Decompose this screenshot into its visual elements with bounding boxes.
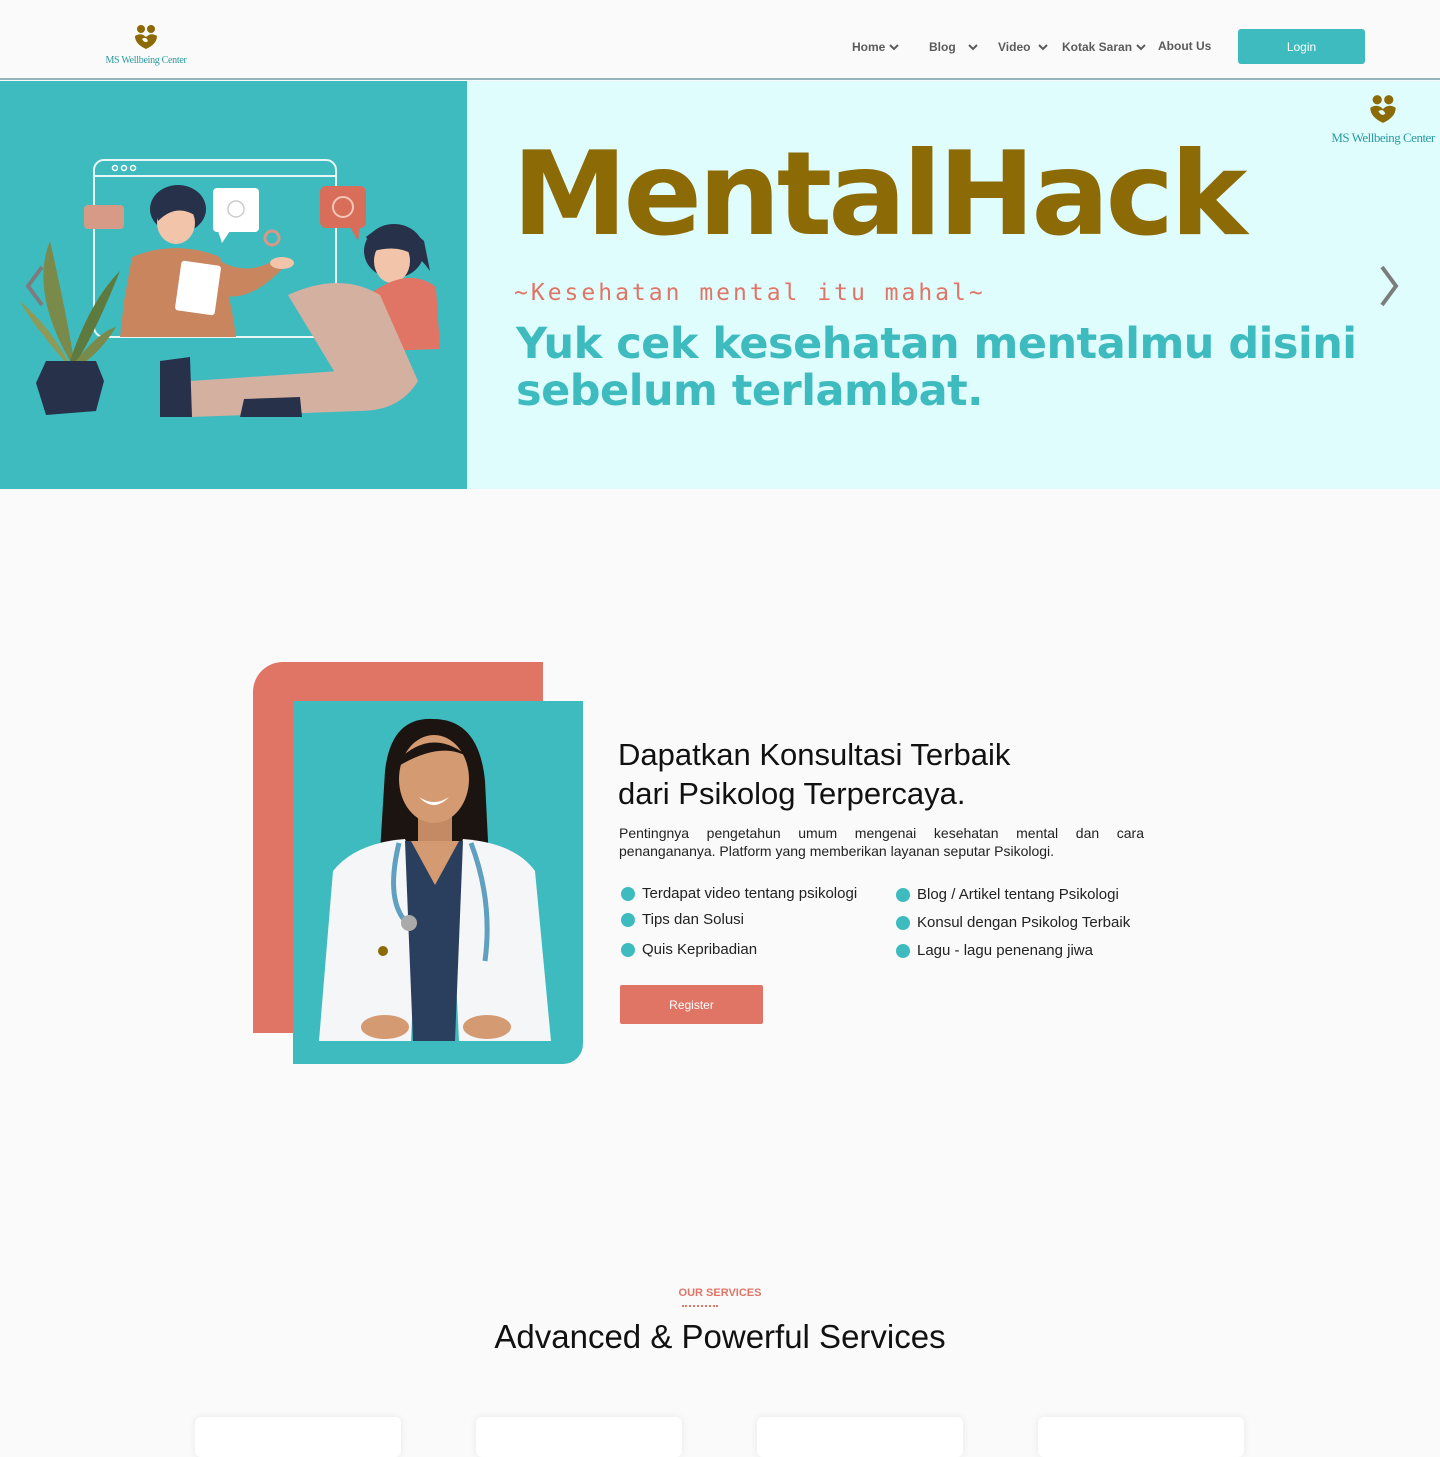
nav-kotak-saran-label: Kotak Saran	[1062, 40, 1133, 54]
login-button[interactable]: Login	[1238, 29, 1365, 64]
bullet-dot-icon	[896, 943, 910, 958]
hero-banner: MS Wellbeing Center MentalHack ~Kesehata…	[0, 81, 1440, 489]
feature-label: Konsul dengan Psikolog Terbaik	[917, 914, 1131, 931]
nav-blog[interactable]: Blog	[929, 40, 978, 54]
feature-item: Konsul dengan Psikolog Terbaik	[896, 914, 1130, 931]
brand-logo[interactable]: MS Wellbeing Center	[104, 24, 188, 66]
chevron-down-icon	[967, 44, 978, 51]
hero-brand-name: MS Wellbeing Center	[1331, 130, 1435, 145]
nav-video[interactable]: Video	[998, 40, 1049, 54]
chevron-down-icon	[889, 44, 900, 51]
hero-subtitle-line2: sebelum terlambat.	[516, 366, 984, 416]
brand-name: MS Wellbeing Center	[105, 55, 187, 66]
nav-about-us-label: About Us	[1158, 39, 1212, 53]
chevron-left-icon[interactable]	[20, 261, 50, 311]
chevron-right-icon[interactable]	[1374, 261, 1404, 311]
bullet-dot-icon	[896, 887, 910, 902]
counseling-illustration	[20, 159, 440, 417]
nav-home[interactable]: Home	[852, 40, 900, 54]
about-title: Dapatkan Konsultasi Terbaik dari Psikolo…	[618, 735, 1010, 813]
nav-blog-label: Blog	[929, 40, 956, 54]
feature-item: Lagu - lagu penenang jiwa	[896, 942, 1093, 959]
services-title: Advanced & Powerful Services	[494, 1318, 946, 1355]
chevron-down-icon	[1038, 44, 1049, 51]
hero-subtitle: Yuk cek kesehatan mentalmu disini sebelu…	[516, 321, 1357, 415]
register-button[interactable]: Register	[620, 985, 763, 1024]
brand-logo-icon	[135, 25, 157, 49]
brand-logo-icon	[1370, 95, 1396, 123]
hero-tagline: ~Kesehatan mental itu mahal~	[514, 280, 986, 306]
about-title-line2: dari Psikolog Terpercaya.	[618, 776, 966, 811]
service-card[interactable]	[476, 1417, 682, 1457]
doctor-illustration	[319, 718, 551, 1041]
hero-title: MentalHack	[512, 127, 1247, 262]
bullet-dot-icon	[896, 915, 910, 930]
hero-brand-logo: MS Wellbeing Center	[1328, 93, 1438, 146]
feature-label: Blog / Artikel tentang Psikologi	[917, 886, 1119, 903]
nav-video-label: Video	[998, 40, 1031, 54]
nav-home-label: Home	[852, 40, 886, 54]
chevron-down-icon	[1136, 44, 1146, 51]
services-divider	[682, 1303, 718, 1307]
feature-label: Quis Kepribadian	[642, 941, 758, 958]
service-card[interactable]	[195, 1417, 401, 1457]
hero-illustration-panel	[0, 81, 467, 489]
service-card[interactable]	[1038, 1417, 1244, 1457]
nav-kotak-saran[interactable]: Kotak Saran	[1062, 40, 1146, 54]
feature-label: Lagu - lagu penenang jiwa	[917, 942, 1093, 959]
service-card[interactable]	[757, 1417, 963, 1457]
bullet-dot-icon	[621, 912, 635, 927]
psychologist-photo	[293, 701, 583, 1064]
feature-item: Quis Kepribadian	[621, 941, 757, 958]
about-description: Pentingnya pengetahun umum mengenai kese…	[619, 825, 1144, 859]
feature-label: Tips dan Solusi	[642, 911, 744, 928]
about-title-line1: Dapatkan Konsultasi Terbaik	[618, 737, 1011, 772]
feature-item: Terdapat video tentang psikologi	[621, 885, 857, 902]
feature-item: Blog / Artikel tentang Psikologi	[896, 886, 1119, 903]
feature-label: Terdapat video tentang psikologi	[642, 885, 858, 902]
hero-subtitle-line1: Yuk cek kesehatan mentalmu disini	[516, 319, 1357, 369]
bullet-dot-icon	[621, 942, 635, 957]
bullet-dot-icon	[621, 886, 635, 901]
nav-about-us[interactable]: About Us	[1158, 39, 1211, 53]
feature-item: Tips dan Solusi	[621, 911, 744, 928]
services-eyebrow: OUR SERVICES	[678, 1287, 762, 1299]
top-navbar: MS Wellbeing Center Home Blog Video Kota…	[0, 0, 1440, 80]
